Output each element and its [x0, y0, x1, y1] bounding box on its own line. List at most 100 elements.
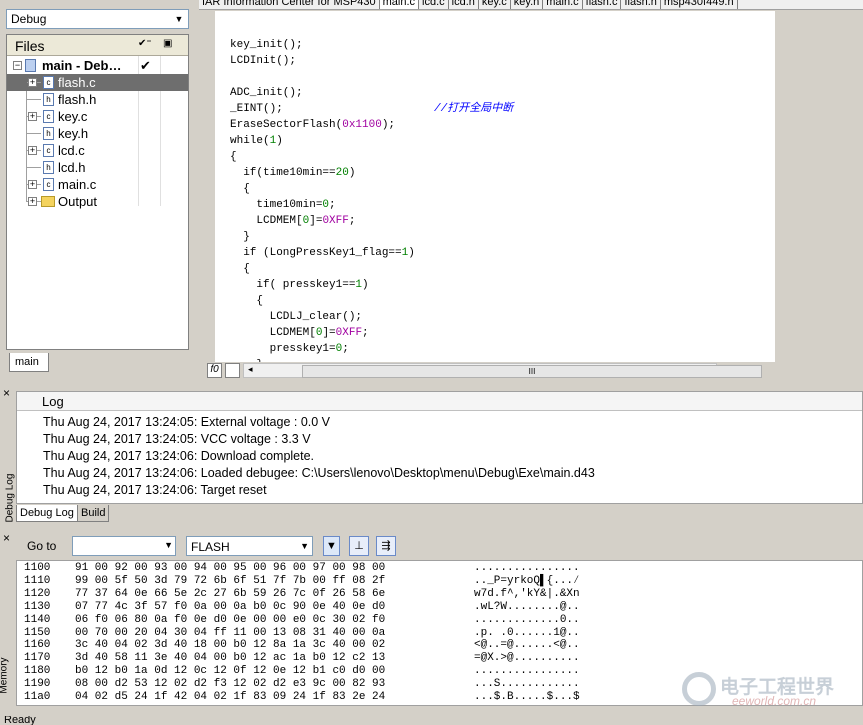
code-text: {: [230, 263, 250, 275]
code-text: {: [230, 183, 250, 195]
editor-tabs: IAR Information Center for MSP430 main.c l…: [199, 0, 863, 10]
configuration-value: Debug: [11, 12, 47, 26]
tree-item-label: key.h: [58, 126, 89, 141]
dropdown-arrow-button[interactable]: ▼: [323, 536, 340, 556]
configuration-select[interactable]: Debug ▼: [6, 9, 189, 29]
tree-item-label: key.c: [58, 109, 88, 124]
memory-ascii: w7d.f^,'kY&|.&Xn: [474, 587, 580, 600]
memory-hex: 3d 40 58 11 3e 40 04 00 b0 12 ac 1a b0 1…: [75, 652, 386, 665]
tree-item[interactable]: + c key.c: [7, 108, 188, 125]
tree-item[interactable]: + c flash.c: [7, 74, 188, 91]
memory-ascii: .p. .0......1@..: [474, 626, 580, 639]
code-line: {: [230, 261, 250, 277]
tree-item[interactable]: + c main.c: [7, 176, 188, 193]
editor-tab[interactable]: key.h: [511, 0, 544, 9]
goto-input[interactable]: ▼: [72, 536, 176, 556]
chevron-down-icon[interactable]: ▼: [300, 541, 309, 551]
log-entry: Thu Aug 24, 2017 13:24:05: VCC voltage :…: [43, 432, 311, 446]
debug-log-side-label: Debug Log: [4, 473, 16, 523]
tree-item[interactable]: + c lcd.c: [7, 142, 188, 159]
function-navigator-button[interactable]: f0: [207, 363, 222, 378]
memory-ascii: =@X.>@..........: [474, 652, 580, 665]
memory-address: 1130: [24, 600, 51, 613]
editor-tab[interactable]: flash.h: [621, 0, 661, 9]
c-file-icon: c: [43, 76, 54, 89]
memory-hex: 3c 40 04 02 3d 40 18 00 b0 12 8a 1a 3c 4…: [75, 639, 386, 652]
expand-icon[interactable]: +: [28, 78, 37, 87]
tree-item-label: main - Deb…: [42, 58, 122, 73]
expand-icon[interactable]: +: [28, 180, 37, 189]
memory-row[interactable]: 1130 07 77 4c 3f 57 f0 0a 00 0a b0 0c 90 …: [17, 601, 862, 614]
editor-tab[interactable]: key.c: [479, 0, 511, 9]
tab-build[interactable]: Build: [77, 505, 110, 522]
code-text: if(time10min==20): [230, 167, 356, 179]
header-file-icon: h: [43, 161, 54, 174]
tab-debug-log[interactable]: Debug Log: [16, 505, 78, 522]
status-bar: Ready: [0, 716, 863, 725]
workspace-tab-main[interactable]: main: [9, 353, 49, 372]
code-text: {: [230, 295, 264, 307]
close-icon[interactable]: ×: [3, 531, 10, 545]
expand-icon[interactable]: +: [28, 197, 37, 206]
code-comment: //打开全局中断: [434, 103, 514, 115]
debug-log-panel: × Debug Log Log Thu Aug 24, 2017 13:24:0…: [0, 385, 863, 525]
tree-item[interactable]: h key.h: [7, 125, 188, 142]
checkmark-column-icon[interactable]: ✔⁼: [138, 38, 154, 52]
memory-hex: 06 f0 06 80 0a f0 0e d0 0e 00 00 e0 0c 3…: [75, 613, 386, 626]
memory-save-icon[interactable]: ⇶: [376, 536, 396, 556]
checkmark-icon: ✔: [140, 58, 151, 73]
tree-item-label: lcd.h: [58, 160, 86, 175]
memory-row[interactable]: 1100 91 00 92 00 93 00 94 00 95 00 96 00 …: [17, 562, 862, 575]
memory-fill-icon[interactable]: ⊥: [349, 536, 369, 556]
memory-ascii: .............0..: [474, 613, 580, 626]
code-text: LCDMEM[0]=0XFF;: [230, 215, 356, 227]
c-file-icon: c: [43, 178, 54, 191]
horizontal-scrollbar[interactable]: f0 ◂ III: [199, 362, 863, 380]
collapse-icon[interactable]: −: [13, 61, 22, 70]
memory-row[interactable]: 1140 06 f0 06 80 0a f0 0e d0 0e 00 00 e0 …: [17, 614, 862, 627]
tree-item[interactable]: h flash.h: [7, 91, 188, 108]
memory-row[interactable]: 1110 99 00 5f 50 3d 79 72 6b 6f 51 7f 7b …: [17, 575, 862, 588]
code-editor[interactable]: key_init(); LCDInit(); ADC_init(); _EINT();…: [215, 11, 775, 362]
chevron-down-icon[interactable]: ▼: [172, 12, 186, 26]
editor-tab[interactable]: lcd.c: [419, 0, 449, 9]
memory-hex: 00 70 00 20 04 30 04 ff 11 00 13 08 31 4…: [75, 626, 386, 639]
memory-hex: b0 12 b0 1a 0d 12 0c 12 0f 12 0e 12 b1 c…: [75, 665, 386, 678]
memory-row[interactable]: 1120 77 37 64 0e 66 5e 2c 27 6b 59 26 7c …: [17, 588, 862, 601]
editor-tab[interactable]: lcd.h: [449, 0, 479, 9]
code-text: EraseSectorFlash(0x1100);: [230, 119, 396, 131]
memory-hex: 04 02 d5 24 1f 42 04 02 1f 83 09 24 1f 8…: [75, 691, 386, 703]
tree-item[interactable]: − main - Deb… ✔: [7, 57, 188, 74]
tree-item[interactable]: + Output: [7, 193, 188, 210]
expand-icon[interactable]: +: [28, 112, 37, 121]
memory-address: 1160: [24, 639, 51, 652]
scroll-thumb[interactable]: III: [302, 365, 762, 378]
header-file-icon: h: [43, 93, 54, 106]
code-line: {: [230, 181, 250, 197]
scroll-toggle-button[interactable]: [225, 363, 240, 378]
editor-tab[interactable]: flash.c: [583, 0, 622, 9]
bookmark-column-icon[interactable]: ▣: [163, 38, 179, 52]
memory-ascii: ...$.B.....$...$: [474, 691, 580, 703]
code-line: if( presskey1==1): [230, 277, 368, 293]
scroll-track[interactable]: ◂ III: [243, 363, 762, 378]
editor-tab[interactable]: main.c: [379, 0, 420, 9]
memory-row[interactable]: 1170 3d 40 58 11 3e 40 04 00 b0 12 ac 1a …: [17, 652, 862, 665]
memory-hex: 07 77 4c 3f 57 f0 0a 00 0a b0 0c 90 0e 4…: [75, 600, 386, 613]
expand-icon[interactable]: +: [28, 146, 37, 155]
editor-tab[interactable]: IAR Information Center for MSP430: [199, 0, 380, 9]
memory-ascii: <@..=@......<@..: [474, 639, 580, 652]
memory-address: 1100: [24, 562, 51, 574]
editor-tab[interactable]: msp430f449.h: [661, 0, 738, 9]
tree-item[interactable]: h lcd.h: [7, 159, 188, 176]
chevron-down-icon[interactable]: ▼: [164, 540, 173, 550]
workspace-panel: Debug ▼ Files ✔⁼ ▣ − main - Deb… ✔ + c flash.…: [0, 0, 197, 383]
memory-row[interactable]: 1160 3c 40 04 02 3d 40 18 00 b0 12 8a 1a …: [17, 639, 862, 652]
code-line: presskey1=0;: [230, 341, 349, 357]
code-line: while(1): [230, 133, 283, 149]
memory-zone-select[interactable]: FLASH ▼: [186, 536, 313, 556]
code-text: LCDMEM[0]=0XFF;: [230, 327, 369, 339]
editor-tab[interactable]: main.c: [543, 0, 583, 9]
memory-row[interactable]: 1150 00 70 00 20 04 30 04 ff 11 00 13 08 …: [17, 627, 862, 640]
scroll-left-icon[interactable]: ◂: [248, 364, 253, 375]
